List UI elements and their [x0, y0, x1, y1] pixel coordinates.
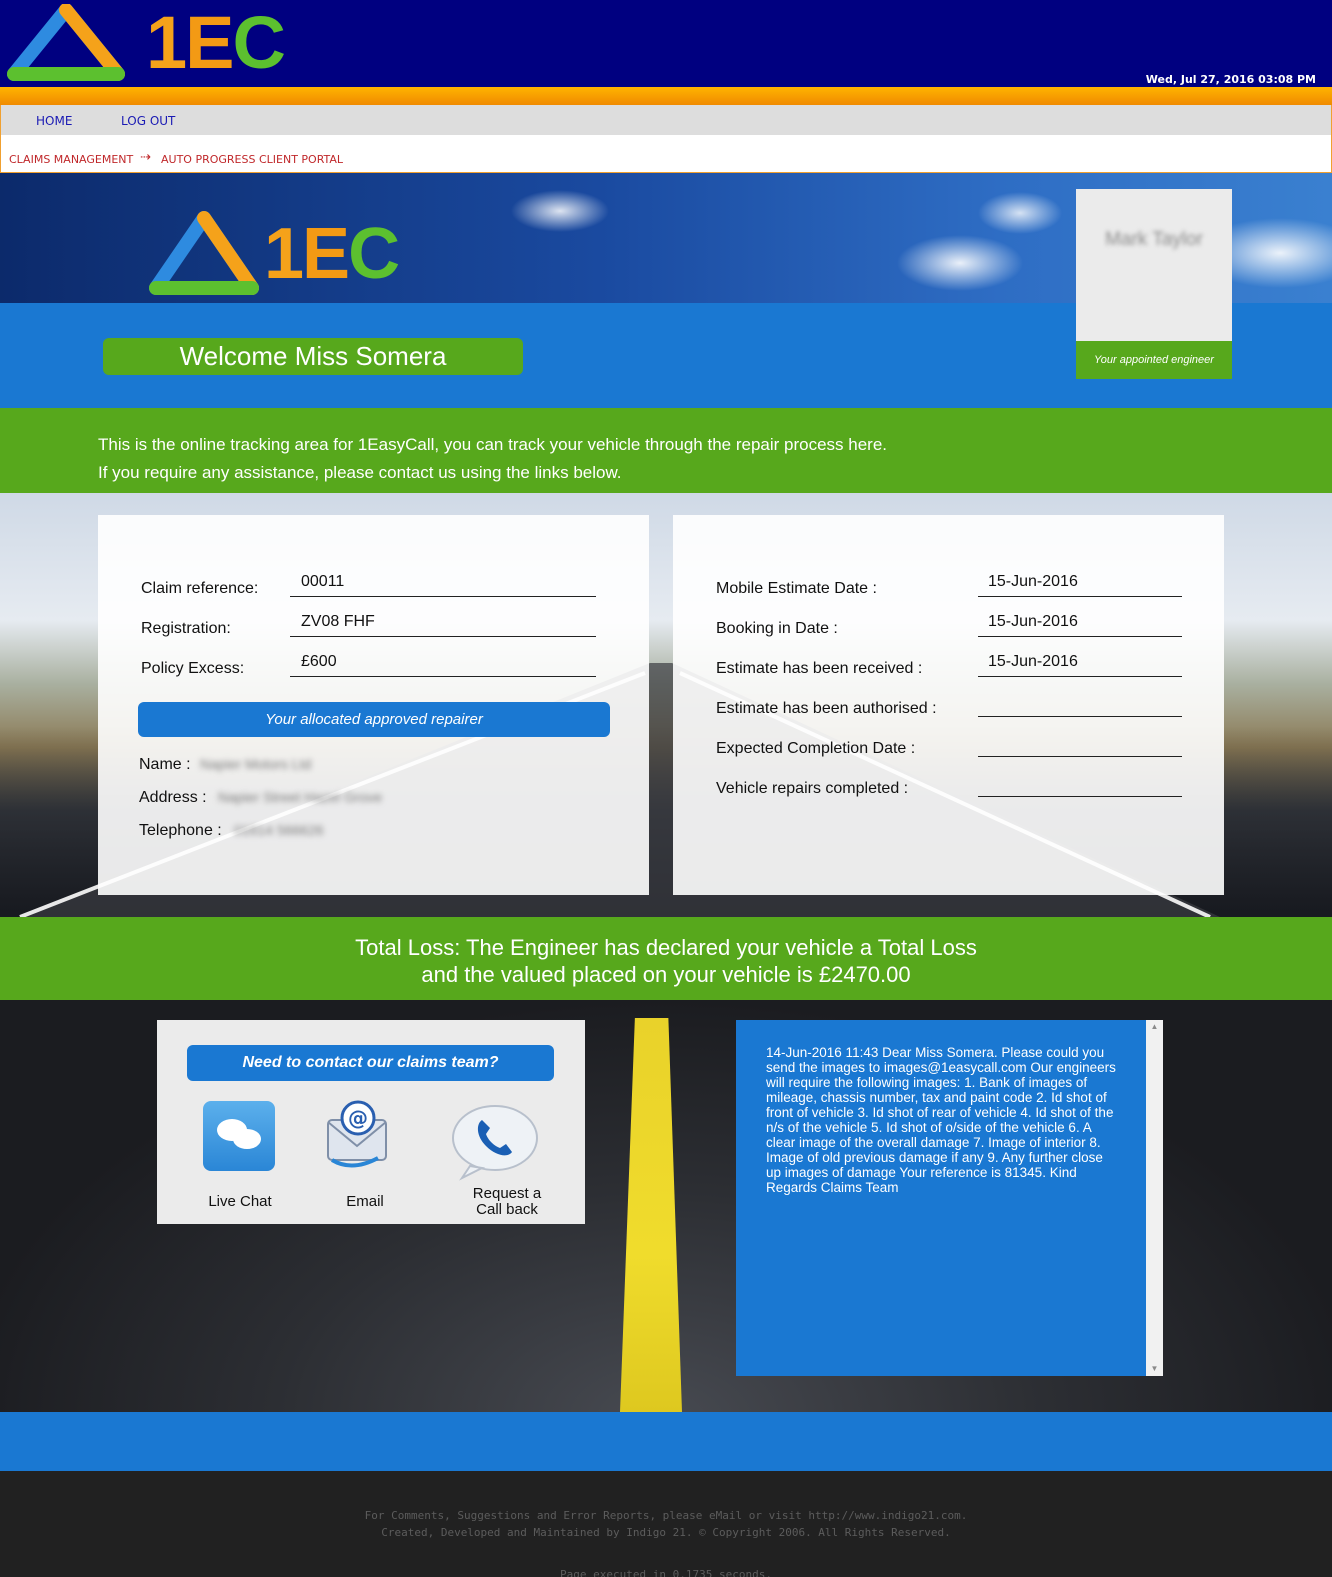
repairer-heading: Your allocated approved repairer — [138, 702, 610, 737]
engineer-caption: Your appointed engineer — [1076, 341, 1232, 379]
footer-line-2: Created, Developed and Maintained by Ind… — [381, 1526, 951, 1539]
main-nav: HOME LOG OUT — [0, 105, 1332, 135]
mobile-estimate-label: Mobile Estimate Date : — [716, 580, 877, 597]
footer-line-3: Page executed in 0.1735 seconds. — [560, 1568, 772, 1577]
booking-in-underline — [978, 636, 1182, 637]
estimate-received-value: 15-Jun-2016 — [988, 653, 1078, 670]
repairer-name-value: Napier Motors Ltd — [200, 756, 312, 772]
booking-in-label: Booking in Date : — [716, 620, 838, 637]
top-header: 1EC Wed, Jul 27, 2016 03:08 PM — [0, 0, 1332, 87]
claim-reference-underline — [290, 596, 596, 597]
registration-underline — [290, 636, 596, 637]
email-link[interactable]: Email — [330, 1193, 400, 1210]
chat-icon[interactable] — [203, 1101, 275, 1171]
breadcrumb-current-page: AUTO PROGRESS CLIENT PORTAL — [161, 153, 344, 166]
svg-text:@: @ — [348, 1106, 368, 1130]
expected-completion-label: Expected Completion Date : — [716, 740, 916, 757]
header-logo[interactable]: 1EC — [6, 1, 286, 84]
header-datetime: Wed, Jul 27, 2016 03:08 PM — [1145, 73, 1316, 86]
repairs-completed-label: Vehicle repairs completed : — [716, 780, 909, 797]
registration-value: ZV08 FHF — [301, 613, 375, 630]
policy-excess-underline — [290, 676, 596, 677]
nav-home-link[interactable]: HOME — [36, 114, 72, 128]
claim-reference-value: 00011 — [301, 573, 345, 590]
repairer-telephone-label: Telephone : — [139, 822, 222, 839]
registration-label: Registration: — [141, 620, 231, 637]
mobile-estimate-value: 15-Jun-2016 — [988, 573, 1078, 590]
scroll-up-icon[interactable]: ▲ — [1146, 1020, 1163, 1034]
message-panel[interactable]: 14-Jun-2016 11:43 Dear Miss Somera. Plea… — [736, 1020, 1163, 1376]
nav-logout-link[interactable]: LOG OUT — [121, 114, 175, 128]
breadcrumb-claims-management[interactable]: CLAIMS MANAGEMENT — [9, 153, 133, 166]
callback-line-1[interactable]: Request a — [462, 1185, 552, 1202]
intro-band: This is the online tracking area for 1Ea… — [0, 408, 1332, 493]
welcome-banner: Welcome Miss Somera — [103, 338, 523, 375]
total-loss-line-2: and the valued placed on your vehicle is… — [421, 962, 911, 987]
policy-excess-value: £600 — [301, 653, 337, 670]
footer-line-1: For Comments, Suggestions and Error Repo… — [364, 1509, 968, 1522]
footer: For Comments, Suggestions and Error Repo… — [0, 1471, 1332, 1577]
message-scrollbar[interactable]: ▲ ▼ — [1146, 1020, 1163, 1376]
repairer-address-value: Napier Street Hazel Grove — [218, 789, 383, 805]
mobile-estimate-underline — [978, 596, 1182, 597]
repairer-address-label: Address : — [139, 789, 207, 806]
message-text: 14-Jun-2016 11:43 Dear Miss Somera. Plea… — [766, 1045, 1116, 1195]
estimate-authorised-underline — [978, 716, 1182, 717]
total-loss-banner: Total Loss: The Engineer has declared yo… — [0, 917, 1332, 1000]
repairs-completed-underline — [978, 796, 1182, 797]
contact-heading: Need to contact our claims team? — [187, 1045, 554, 1081]
phone-icon[interactable] — [450, 1102, 540, 1182]
footer-blue-band — [0, 1412, 1332, 1471]
header-accent-bar — [0, 87, 1332, 105]
intro-line-2: If you require any assistance, please co… — [98, 463, 622, 482]
scroll-down-icon[interactable]: ▼ — [1146, 1362, 1163, 1376]
live-chat-link[interactable]: Live Chat — [200, 1193, 280, 1210]
estimate-received-label: Estimate has been received : — [716, 660, 923, 677]
intro-line-1: This is the online tracking area for 1Ea… — [98, 435, 888, 454]
hero-logo-triangle-icon — [149, 211, 259, 295]
repairer-telephone-value: 01614 566626 — [234, 822, 324, 838]
estimate-received-underline — [978, 676, 1182, 677]
booking-in-value: 15-Jun-2016 — [988, 613, 1078, 630]
engineer-name: Mark Taylor — [1105, 229, 1203, 250]
hero-logo: 1EC — [146, 208, 400, 300]
callback-line-2[interactable]: Call back — [462, 1201, 552, 1218]
email-icon[interactable]: @ — [322, 1098, 394, 1178]
policy-excess-label: Policy Excess: — [141, 660, 245, 677]
breadcrumb-arrow-icon: ⇢ — [140, 150, 151, 165]
estimate-authorised-label: Estimate has been authorised : — [716, 700, 937, 717]
header-logo-text: 1EC — [146, 1, 286, 84]
logo-triangle-icon — [7, 4, 125, 81]
breadcrumb: CLAIMS MANAGEMENT ⇢ AUTO PROGRESS CLIENT… — [0, 135, 1332, 173]
repairer-name-label: Name : — [139, 756, 191, 773]
expected-completion-underline — [978, 756, 1182, 757]
hero-logo-text: 1EC — [264, 214, 400, 294]
claim-reference-label: Claim reference: — [141, 580, 259, 597]
engineer-card: Mark Taylor Your appointed engineer — [1076, 189, 1232, 379]
total-loss-line-1: Total Loss: The Engineer has declared yo… — [355, 935, 977, 960]
